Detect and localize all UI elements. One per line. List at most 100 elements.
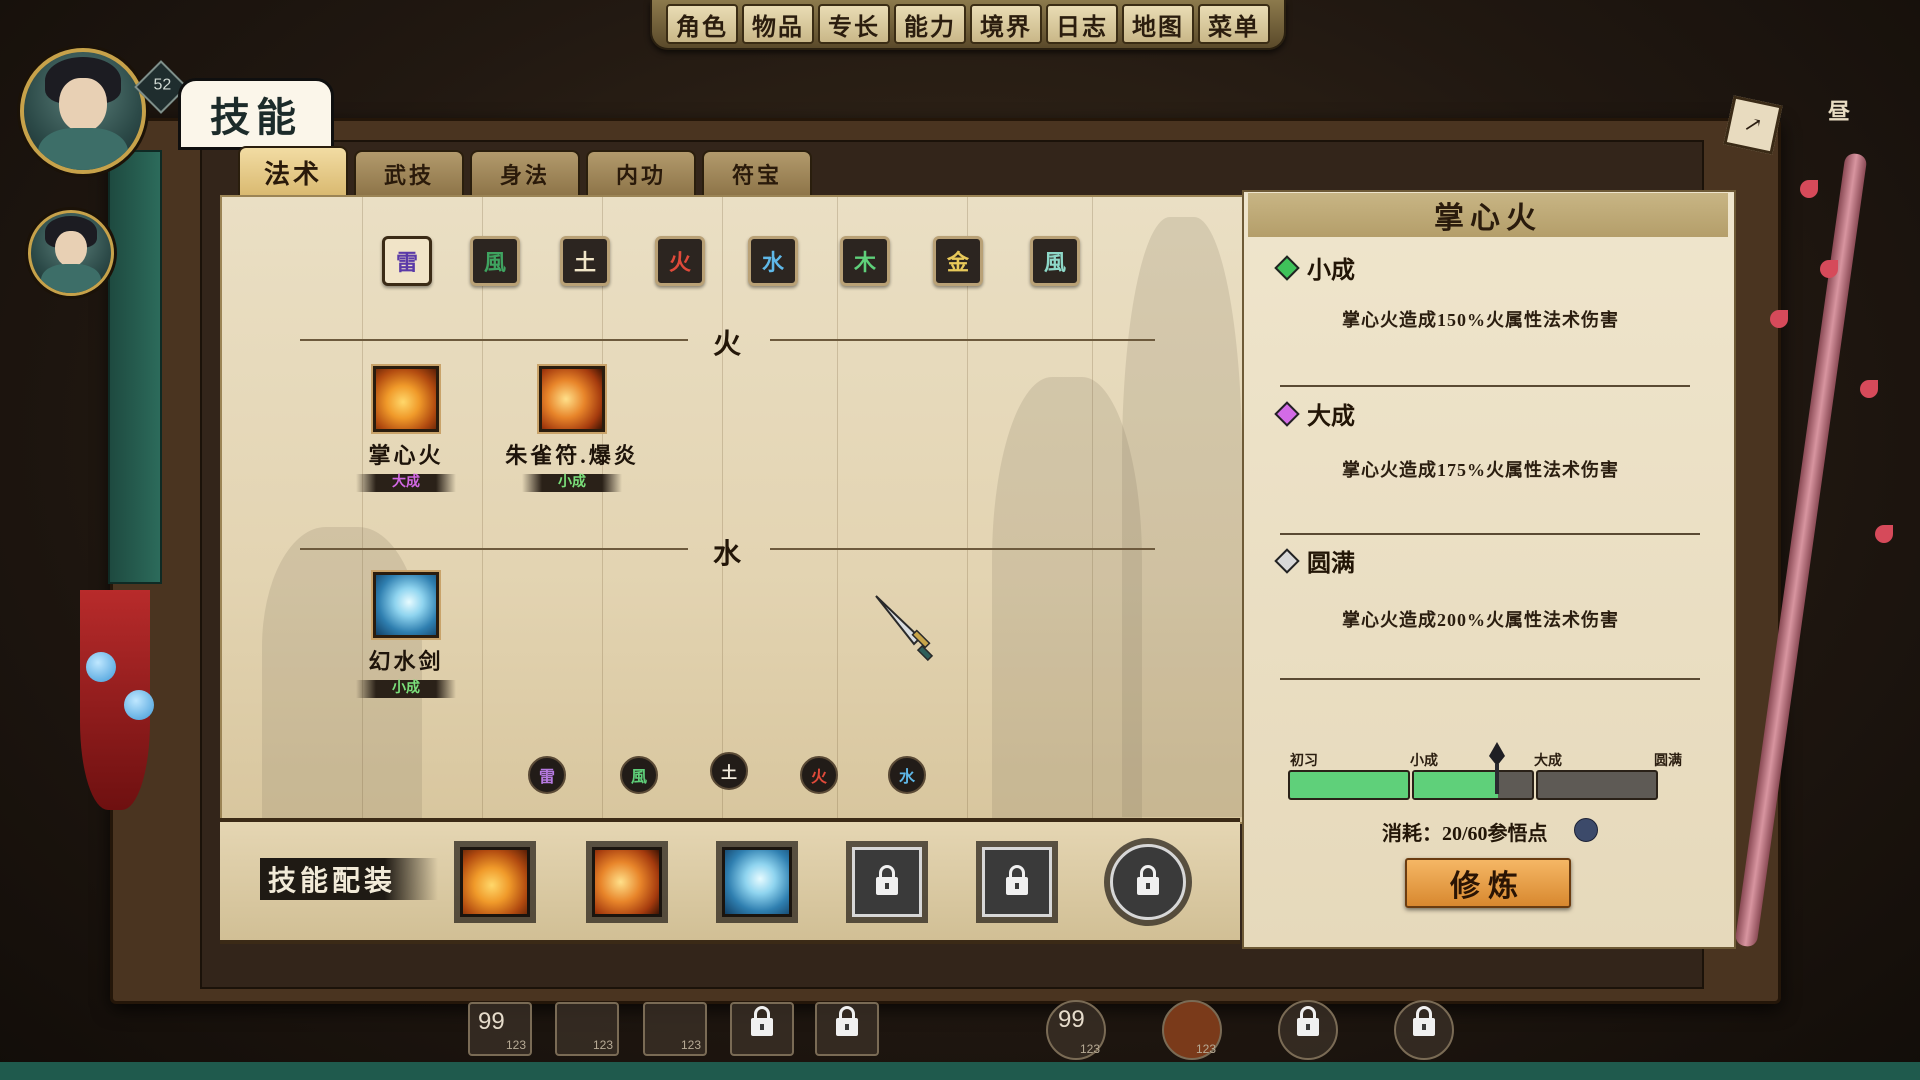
skill-item[interactable]: 朱雀符.爆炎 小成: [492, 366, 652, 492]
bottom-thunder-icon[interactable]: 雷: [528, 756, 566, 794]
skill-rank: 小成: [356, 680, 456, 698]
tier-desc: 掌心火造成200%火属性法术伤害: [1342, 610, 1619, 630]
skill-name: 幻水剑: [368, 649, 444, 674]
tier-desc: 掌心火造成150%火属性法术伤害: [1342, 310, 1619, 330]
detail-skill-name: 掌心火: [1248, 193, 1728, 237]
equip-slot-locked-ultimate[interactable]: [1110, 844, 1186, 920]
progress-segment: [1288, 770, 1410, 800]
hotbar-slot[interactable]: 123: [555, 1002, 619, 1056]
equip-slot-2[interactable]: [592, 847, 662, 917]
tab-inner-art[interactable]: 内功: [586, 150, 696, 196]
tier-divider: [1280, 678, 1700, 680]
equip-slot-locked[interactable]: [852, 847, 922, 917]
bottom-wind-icon[interactable]: 風: [620, 756, 658, 794]
tier-divider: [1280, 533, 1700, 535]
menu-main[interactable]: 菜单: [1198, 4, 1270, 44]
time-label: 昼: [1828, 99, 1851, 124]
progress-label: 大成: [1534, 754, 1562, 769]
insight-point-icon: [1574, 818, 1598, 842]
menu-journal[interactable]: 日志: [1046, 4, 1118, 44]
filter-wood-icon[interactable]: 木: [840, 236, 890, 286]
companion-avatar[interactable]: [28, 210, 114, 296]
hotbar-slot[interactable]: 123: [1162, 1000, 1222, 1060]
hotbar-slot[interactable]: 99 123: [1046, 1000, 1106, 1060]
menu-map[interactable]: 地图: [1122, 4, 1194, 44]
green-ribbon: [108, 150, 162, 584]
skill-list: [220, 195, 1244, 824]
blossom-decoration: [1875, 525, 1893, 543]
blossom-decoration: [1820, 260, 1838, 278]
skill-rank: 大成: [356, 474, 456, 492]
filter-wind2-icon[interactable]: 風: [1030, 236, 1080, 286]
tier-desc: 掌心火造成175%火属性法术伤害: [1342, 460, 1619, 480]
menu-abilities[interactable]: 能力: [894, 4, 966, 44]
menu-character[interactable]: 角色: [666, 4, 738, 44]
section-fire-label: 火: [713, 329, 742, 360]
hotbar-slot[interactable]: 99 123: [468, 1002, 532, 1056]
water-skill-icon: [373, 572, 439, 638]
blossom-decoration: [1770, 310, 1788, 328]
filter-metal-icon[interactable]: 金: [933, 236, 983, 286]
bead-decoration: [86, 652, 116, 682]
equip-slot-1[interactable]: [460, 847, 530, 917]
top-menu: 角色 物品 专长 能力 境界 日志 地图 菜单: [650, 0, 1286, 50]
page-title: 技能: [178, 78, 334, 150]
blossom-decoration: [1800, 180, 1818, 198]
hotbar-slot[interactable]: 123: [643, 1002, 707, 1056]
train-button[interactable]: 修炼: [1405, 858, 1571, 908]
menu-items[interactable]: 物品: [742, 4, 814, 44]
player-avatar[interactable]: [20, 48, 146, 174]
equip-slot-3[interactable]: [722, 847, 792, 917]
fire-skill-icon: [373, 366, 439, 432]
cost-text: 消耗：20/60参悟点: [1382, 823, 1548, 845]
menu-specialty[interactable]: 专长: [818, 4, 890, 44]
lock-icon: [1006, 865, 1028, 895]
skill-item[interactable]: 幻水剑 小成: [326, 572, 486, 698]
skill-name: 朱雀符.爆炎: [505, 443, 639, 468]
tier-divider: [1280, 385, 1690, 387]
blossom-decoration: [1860, 380, 1878, 398]
progress-label: 初习: [1290, 754, 1318, 769]
hotbar-slot-locked[interactable]: [730, 1002, 794, 1056]
section-divider: [770, 339, 1155, 341]
filter-wind-icon[interactable]: 風: [470, 236, 520, 286]
tab-spells[interactable]: 法术: [238, 146, 348, 196]
progress-segment: [1412, 770, 1534, 800]
bottom-earth-icon[interactable]: 土: [710, 752, 748, 790]
hotbar-slot-locked[interactable]: [1278, 1000, 1338, 1060]
progress-marker-icon: [1487, 742, 1507, 798]
lock-icon: [1137, 865, 1159, 895]
skill-tabs: 法术 武技 身法 内功 符宝: [238, 146, 812, 196]
bead-decoration: [124, 690, 154, 720]
progress-label: 圆满: [1654, 754, 1682, 769]
skill-rank: 小成: [522, 474, 622, 492]
tier-name: 圆满: [1307, 551, 1355, 577]
menu-realm[interactable]: 境界: [970, 4, 1042, 44]
section-water-label: 水: [713, 539, 742, 570]
filter-water-icon[interactable]: 水: [748, 236, 798, 286]
skill-name: 掌心火: [368, 443, 444, 468]
hotbar-slot-locked[interactable]: [815, 1002, 879, 1056]
equip-slot-locked[interactable]: [982, 847, 1052, 917]
filter-thunder-icon[interactable]: 雷: [382, 236, 432, 286]
tab-talisman[interactable]: 符宝: [702, 150, 812, 196]
progress-label: 小成: [1410, 754, 1438, 769]
flag-icon[interactable]: ↗: [1723, 95, 1783, 155]
equip-title: 技能配装: [260, 858, 438, 900]
filter-earth-icon[interactable]: 土: [560, 236, 610, 286]
lock-icon: [876, 865, 898, 895]
skill-item[interactable]: 掌心火 大成: [326, 366, 486, 492]
bottom-fire-icon[interactable]: 火: [800, 756, 838, 794]
section-divider: [300, 548, 688, 550]
fire-skill-icon: [539, 366, 605, 432]
tab-movement[interactable]: 身法: [470, 150, 580, 196]
tier-name: 大成: [1307, 404, 1355, 430]
hotbar-slot-locked[interactable]: [1394, 1000, 1454, 1060]
section-divider: [770, 548, 1155, 550]
tab-martial[interactable]: 武技: [354, 150, 464, 196]
tier-name: 小成: [1307, 258, 1355, 284]
filter-fire-icon[interactable]: 火: [655, 236, 705, 286]
section-divider: [300, 339, 688, 341]
bottom-water-icon[interactable]: 水: [888, 756, 926, 794]
cursor-sword-icon: [875, 595, 934, 662]
